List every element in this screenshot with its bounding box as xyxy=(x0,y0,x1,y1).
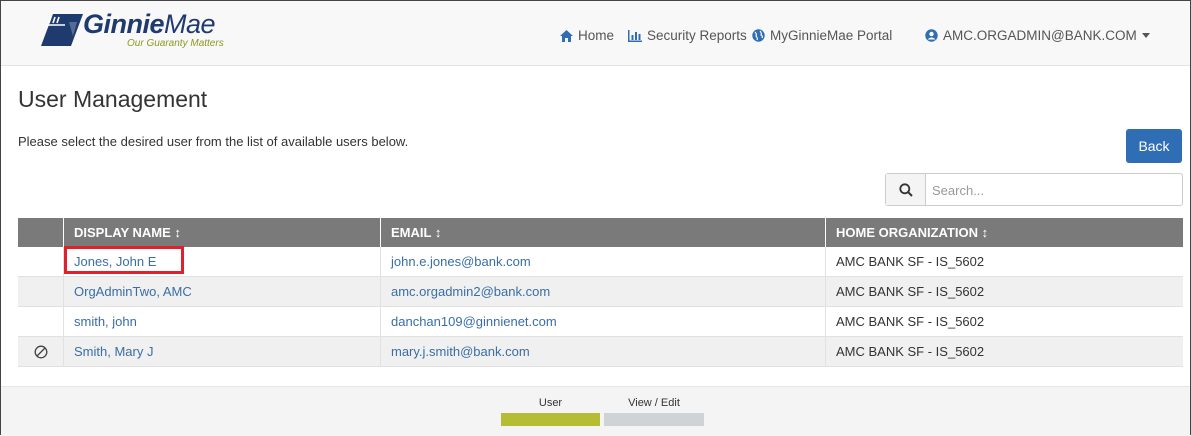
home-organization-column-header[interactable]: HOME ORGANIZATION ↕ xyxy=(825,218,1183,247)
user-email-link[interactable]: mary.j.smith@bank.com xyxy=(391,344,530,359)
user-email-link[interactable]: amc.orgadmin2@bank.com xyxy=(391,284,550,299)
nav-home[interactable]: Home xyxy=(560,28,614,43)
users-table: DISPLAY NAME ↕ EMAIL ↕ HOME ORGANIZATION… xyxy=(18,218,1183,367)
legend-view-edit-swatch xyxy=(604,413,704,426)
search-input[interactable] xyxy=(932,180,1172,200)
nav-myginniemae-portal[interactable]: MyGinnieMae Portal xyxy=(752,28,892,43)
globe-icon xyxy=(752,29,765,42)
email-cell: amc.orgadmin2@bank.com xyxy=(380,276,826,307)
display-name-cell: Jones, John E xyxy=(63,246,381,277)
org-cell: AMC BANK SF - IS_5602 xyxy=(825,306,1183,337)
table-header-row: DISPLAY NAME ↕ EMAIL ↕ HOME ORGANIZATION… xyxy=(18,218,1183,247)
display-name-column-header[interactable]: DISPLAY NAME ↕ xyxy=(63,218,381,247)
table-row[interactable]: Jones, John E john.e.jones@bank.com AMC … xyxy=(18,246,1183,277)
top-navbar: GinnieMae Our Guaranty Matters Home Secu… xyxy=(1,1,1190,66)
caret-down-icon xyxy=(1141,33,1150,38)
status-column-header xyxy=(18,218,64,247)
back-button[interactable]: Back xyxy=(1126,129,1182,163)
ginniemae-logo[interactable]: GinnieMae Our Guaranty Matters xyxy=(39,9,259,51)
user-menu-label: AMC.ORGADMIN@BANK.COM xyxy=(943,28,1137,43)
nav-portal-label: MyGinnieMae Portal xyxy=(770,28,893,43)
row-status-cell xyxy=(18,276,64,307)
nav-security-reports-label: Security Reports xyxy=(647,28,747,43)
email-cell: john.e.jones@bank.com xyxy=(380,247,826,277)
user-email-link[interactable]: danchan109@ginnienet.com xyxy=(391,314,557,329)
table-row[interactable]: Smith, Mary J mary.j.smith@bank.com AMC … xyxy=(18,336,1183,367)
row-status-cell xyxy=(18,306,64,337)
org-cell: AMC BANK SF - IS_5602 xyxy=(825,247,1183,277)
bar-chart-icon xyxy=(628,29,642,42)
footer-legend: User View / Edit xyxy=(1,386,1190,436)
ban-icon xyxy=(34,345,47,359)
display-name-cell: smith, john xyxy=(63,306,381,337)
legend-view-edit-label: View / Edit xyxy=(628,397,680,409)
logo-wordmark: GinnieMae xyxy=(83,9,216,39)
nav-home-label: Home xyxy=(578,28,615,43)
email-cell: danchan109@ginnienet.com xyxy=(380,306,826,337)
nav-security-reports[interactable]: Security Reports xyxy=(628,28,747,43)
table-row[interactable]: smith, john danchan109@ginnienet.com AMC… xyxy=(18,306,1183,337)
search-icon xyxy=(898,182,913,197)
email-cell: mary.j.smith@bank.com xyxy=(380,336,826,367)
highlighted-name: Jones, John E xyxy=(64,246,184,274)
page-title: User Management xyxy=(18,86,208,112)
user-name-link[interactable]: smith, john xyxy=(74,314,137,329)
user-email-link[interactable]: john.e.jones@bank.com xyxy=(391,254,531,269)
logo-tagline: Our Guaranty Matters xyxy=(127,38,224,49)
legend-user-swatch xyxy=(501,413,600,426)
user-name-link[interactable]: Jones, John E xyxy=(74,254,156,269)
row-status-cell xyxy=(18,336,64,367)
search-box xyxy=(885,173,1183,206)
display-name-cell: OrgAdminTwo, AMC xyxy=(63,276,381,307)
home-icon xyxy=(560,29,573,42)
logo-mark-icon xyxy=(41,14,83,46)
display-name-cell: Smith, Mary J xyxy=(63,336,381,367)
legend-user-label: User xyxy=(538,397,563,409)
org-cell: AMC BANK SF - IS_5602 xyxy=(825,276,1183,307)
instruction-text: Please select the desired user from the … xyxy=(18,134,409,149)
email-column-header[interactable]: EMAIL ↕ xyxy=(380,218,826,247)
org-cell: AMC BANK SF - IS_5602 xyxy=(825,336,1183,367)
user-name-link[interactable]: OrgAdminTwo, AMC xyxy=(74,284,192,299)
search-addon[interactable] xyxy=(886,174,926,205)
row-status-cell xyxy=(18,247,64,277)
user-name-link[interactable]: Smith, Mary J xyxy=(74,344,153,359)
table-row[interactable]: OrgAdminTwo, AMC amc.orgadmin2@bank.com … xyxy=(18,276,1183,307)
user-circle-icon xyxy=(925,29,938,42)
user-menu-dropdown[interactable]: AMC.ORGADMIN@BANK.COM xyxy=(925,28,1150,43)
